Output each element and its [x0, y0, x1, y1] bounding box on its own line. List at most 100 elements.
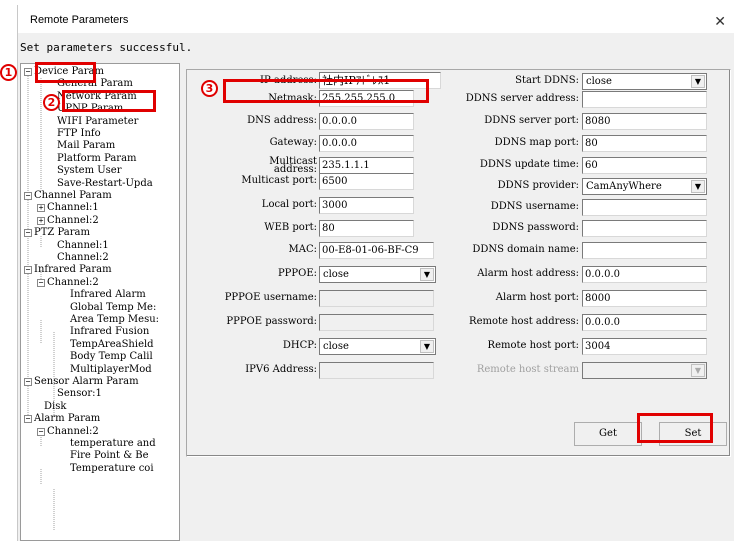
tree-item-label: Channel:2: [47, 276, 99, 288]
tree-item-label: Sensor Alarm Param: [34, 376, 139, 387]
tree-item-label: Save-Restart-Upda: [57, 177, 153, 189]
remote-host-port-field[interactable]: 3004: [582, 338, 707, 355]
collapse-icon[interactable]: −: [24, 378, 32, 386]
collapse-icon[interactable]: −: [24, 229, 32, 238]
ddns-domain-name-field[interactable]: [582, 242, 707, 259]
tree-item-label: Channel:1: [57, 239, 109, 251]
collapse-icon[interactable]: −: [37, 427, 45, 436]
ddns-provider-select[interactable]: CamAnyWhere ▼: [582, 178, 707, 195]
tree-item-label: Fire Point & Be: [70, 450, 149, 462]
tree-item-label: FTP Info: [57, 128, 101, 139]
pppoe-username-field[interactable]: [319, 290, 434, 307]
status-message: Set parameters successful.: [20, 41, 193, 54]
network-param-highlight: [62, 90, 156, 112]
ddns-username-label: DDNS username:: [490, 201, 579, 212]
annotation-marker-2: 2: [43, 94, 60, 111]
ddns-map-port-field[interactable]: 80: [582, 135, 707, 152]
tree-item-label: Platform Param: [57, 152, 137, 164]
tree-item-label: Area Temp Mesu:: [70, 314, 160, 325]
tree-item-label: Channel:1: [47, 202, 99, 214]
pppoe-select[interactable]: close ▼: [319, 266, 436, 283]
start-ddns-selected-value: close: [586, 76, 612, 87]
tree-item-label: Channel:2: [57, 252, 109, 263]
chevron-down-icon[interactable]: ▼: [691, 75, 705, 88]
tree-item-label: TempAreaShield: [70, 338, 154, 350]
tree-item-label: Global Temp Me:: [70, 301, 157, 313]
remote-host-address-label: Remote host address:: [469, 316, 579, 327]
dhcp-label: DHCP:: [282, 340, 317, 351]
tree-item-label: Temperature coi: [70, 462, 154, 474]
gateway-field[interactable]: 0.0.0.0: [319, 135, 414, 152]
tree-item-label: Body Temp Calil: [70, 351, 153, 363]
tree-item-label: System User: [57, 165, 122, 177]
multicast-address-field[interactable]: 235.1.1.1: [319, 157, 414, 174]
remote-host-port-label: Remote host port:: [487, 340, 579, 351]
chevron-down-icon[interactable]: ▼: [691, 180, 705, 193]
collapse-icon[interactable]: −: [37, 278, 45, 287]
ddns-domain-name-label: DDNS domain name:: [472, 244, 579, 255]
device-param-highlight: [35, 62, 96, 83]
alarm-host-address-field[interactable]: 0.0.0.0: [582, 266, 707, 283]
parameter-tree[interactable]: − Device Param General Param Network Param U…: [20, 63, 180, 541]
alarm-host-port-field[interactable]: 8000: [582, 290, 707, 307]
collapse-icon[interactable]: −: [24, 192, 32, 200]
chevron-down-icon[interactable]: ▼: [691, 364, 705, 377]
pppoe-password-label: PPPOE password:: [226, 316, 317, 327]
mac-label: MAC:: [288, 244, 317, 255]
pppoe-username-label: PPPOE username:: [224, 292, 317, 303]
multicast-port-label: Multicast port:: [241, 175, 317, 186]
ddns-update-time-field[interactable]: 60: [582, 157, 707, 174]
ddns-provider-label: DDNS provider:: [497, 180, 579, 191]
ddns-provider-selected-value: CamAnyWhere: [586, 181, 662, 192]
collapse-icon[interactable]: −: [24, 266, 32, 275]
pppoe-label: PPPOE:: [277, 268, 317, 279]
multicast-port-field[interactable]: 6500: [319, 173, 414, 190]
ddns-password-field[interactable]: [582, 220, 707, 237]
dhcp-selected-value: close: [323, 341, 349, 352]
dhcp-select[interactable]: close ▼: [319, 338, 436, 355]
tree-item-label: MultiplayerMod: [70, 363, 152, 375]
local-port-field[interactable]: 3000: [319, 197, 414, 214]
pppoe-password-field[interactable]: [319, 314, 434, 331]
network-param-panel: IP address: 社内IPｱﾄﾞﾚｽ1 Netmask: 255.255.…: [186, 69, 731, 457]
gateway-label: Gateway:: [269, 137, 317, 148]
ddns-server-port-label: DDNS server port:: [484, 115, 579, 126]
remote-host-stream-select[interactable]: ▼: [582, 362, 707, 379]
collapse-icon[interactable]: −: [24, 68, 32, 76]
tree-item-label: PTZ Param: [34, 227, 90, 239]
collapse-icon[interactable]: −: [24, 415, 32, 424]
expand-icon[interactable]: +: [37, 204, 45, 213]
title-bar: Remote Parameters ✕: [18, 5, 734, 33]
pppoe-selected-value: close: [323, 269, 349, 280]
mac-field[interactable]: 00-E8-01-06-BF-C9: [319, 242, 434, 259]
ddns-server-address-field[interactable]: [582, 91, 707, 108]
expand-icon[interactable]: +: [37, 216, 45, 225]
ddns-server-address-label: DDNS server address:: [465, 93, 579, 104]
window-title: Remote Parameters: [30, 14, 129, 26]
remote-host-address-field[interactable]: 0.0.0.0: [582, 314, 707, 331]
tree-item-label: Channel:2: [47, 425, 99, 437]
ddns-map-port-label: DDNS map port:: [494, 137, 579, 148]
web-port-field[interactable]: 80: [319, 220, 414, 237]
ddns-username-field[interactable]: [582, 199, 707, 216]
local-port-label: Local port:: [261, 199, 317, 210]
tree-item-label: Channel:2: [47, 214, 99, 226]
ipv6-address-label: IPV6 Address:: [245, 364, 317, 375]
dns-address-label: DNS address:: [247, 115, 317, 126]
alarm-host-port-label: Alarm host port:: [495, 292, 579, 303]
ip-address-highlight: [223, 79, 429, 103]
remote-host-stream-label: Remote host stream: [476, 364, 579, 375]
ddns-server-port-field[interactable]: 8080: [582, 113, 707, 130]
ddns-password-label: DDNS password:: [492, 222, 579, 233]
ipv6-address-field[interactable]: [319, 362, 434, 379]
tree-item-label: Mail Param: [57, 140, 116, 152]
tree-item-label: Infrared Param: [34, 264, 112, 276]
start-ddns-select[interactable]: close ▼: [582, 73, 707, 90]
annotation-marker-3: 3: [201, 80, 218, 97]
close-icon[interactable]: ✕: [714, 13, 726, 30]
set-button-highlight: [637, 413, 713, 443]
tree-item-label: Disk: [44, 400, 67, 412]
get-button[interactable]: Get: [574, 422, 642, 446]
start-ddns-label: Start DDNS:: [515, 75, 579, 86]
dns-address-field[interactable]: 0.0.0.0: [319, 113, 414, 130]
